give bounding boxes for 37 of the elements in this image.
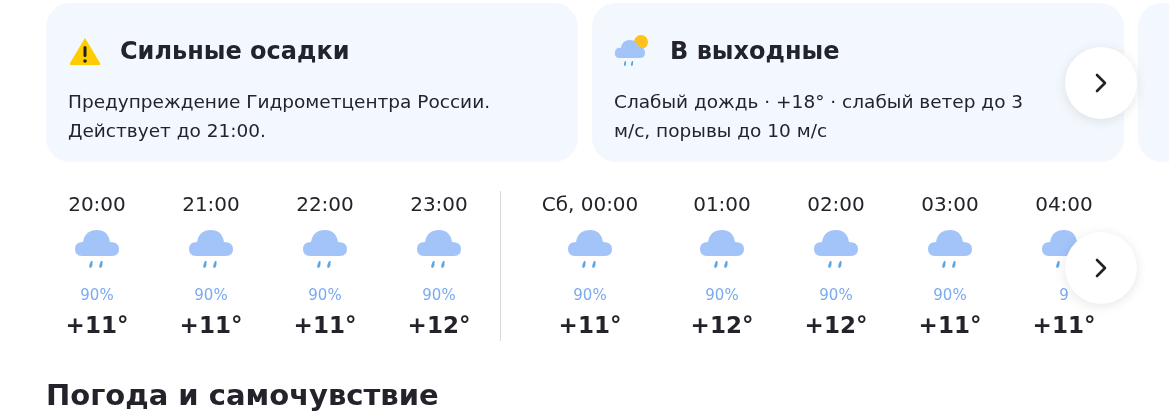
hour-time: 03:00 <box>921 191 979 217</box>
card-title: В выходные <box>670 37 840 65</box>
hour-temperature: +11° <box>918 311 982 340</box>
hour-temperature: +11° <box>558 311 622 340</box>
precipitation-chance: 9 <box>1059 285 1069 305</box>
hour-time: 21:00 <box>182 191 240 217</box>
card-title: Сильные осадки <box>120 37 350 65</box>
hour-temperature: +11° <box>65 311 129 340</box>
hour-time: Сб, 00:00 <box>541 191 639 217</box>
warning-icon <box>68 36 102 66</box>
hour-temperature: +12° <box>690 311 754 340</box>
precipitation-chance: 90% <box>308 285 342 305</box>
hour-time: 04:00 <box>1035 191 1093 217</box>
hour-time: 20:00 <box>68 191 126 217</box>
alert-card[interactable]: В выходные Слабый дождь · +18° · слабый ветер до 3 м/с, порывы до 10 м/с <box>592 3 1124 162</box>
hour-time: 22:00 <box>296 191 354 217</box>
card-text: Слабый дождь · +18° · слабый ветер до 3 м/с, порывы до 10 м/с <box>614 90 1025 143</box>
hour-time: 01:00 <box>693 191 751 217</box>
chevron-right-icon <box>1094 72 1108 94</box>
chevron-right-icon <box>1094 257 1108 279</box>
precipitation-chance: 90% <box>933 285 967 305</box>
hour-temperature: +12° <box>407 311 471 340</box>
card-text: Предупреждение Гидрометцентра России. Действует до 21:00. <box>68 90 492 143</box>
precipitation-chance: 90% <box>194 285 228 305</box>
precipitation-chance: 90% <box>80 285 114 305</box>
precipitation-chance: 90% <box>422 285 456 305</box>
section-heading: Погода и самочувствие <box>45 377 440 413</box>
precipitation-chance: 90% <box>705 285 739 305</box>
precipitation-chance: 90% <box>573 285 607 305</box>
precipitation-chance: 90% <box>819 285 853 305</box>
hour-temperature: +11° <box>293 311 357 340</box>
hour-time: 02:00 <box>807 191 865 217</box>
hour-temperature: +11° <box>179 311 243 340</box>
hour-temperature: +12° <box>804 311 868 340</box>
alert-card[interactable]: Сильные осадки Предупреждение Гидрометцентра России. Действует до 21:00. <box>46 3 578 162</box>
hour-time: 23:00 <box>410 191 468 217</box>
hour-temperature: +11° <box>1032 311 1096 340</box>
